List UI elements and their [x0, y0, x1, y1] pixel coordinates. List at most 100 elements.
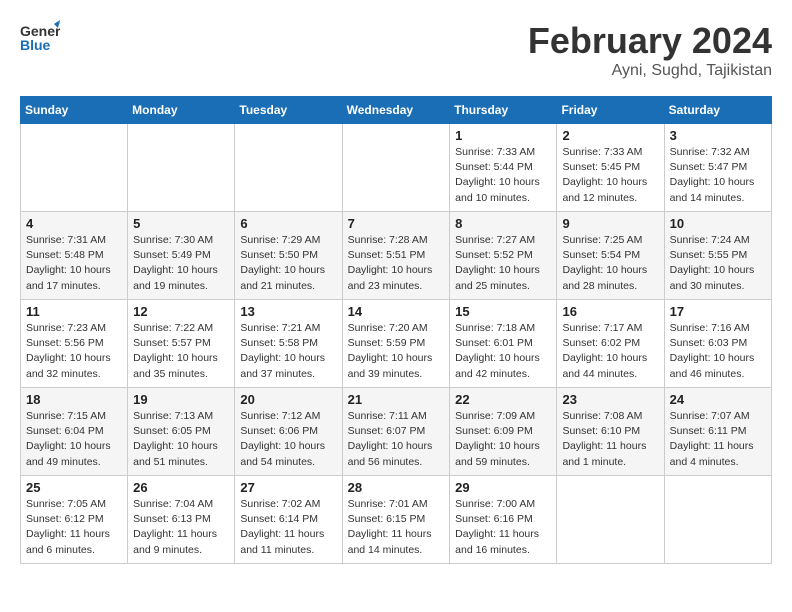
svg-text:Blue: Blue [20, 37, 51, 53]
logo: General Blue [20, 20, 60, 56]
day-info: Sunrise: 7:21 AM Sunset: 5:58 PM Dayligh… [240, 321, 336, 382]
day-info: Sunrise: 7:31 AM Sunset: 5:48 PM Dayligh… [26, 233, 122, 294]
day-info: Sunrise: 7:27 AM Sunset: 5:52 PM Dayligh… [455, 233, 551, 294]
day-number: 10 [670, 216, 766, 231]
day-info: Sunrise: 7:09 AM Sunset: 6:09 PM Dayligh… [455, 409, 551, 470]
day-number: 1 [455, 128, 551, 143]
calendar-day-cell: 11 Sunrise: 7:23 AM Sunset: 5:56 PM Dayli… [21, 300, 128, 388]
calendar-day-cell: 28Sunrise: 7:01 AM Sunset: 6:15 PM Dayli… [342, 476, 450, 564]
day-number: 26 [133, 480, 229, 495]
day-info: Sunrise: 7:05 AM Sunset: 6:12 PM Dayligh… [26, 497, 122, 558]
day-number: 13 [240, 304, 336, 319]
day-number: 27 [240, 480, 336, 495]
calendar-week-row: 4 Sunrise: 7:31 AM Sunset: 5:48 PM Daylig… [21, 212, 772, 300]
day-number: 20 [240, 392, 336, 407]
day-number: 4 [26, 216, 122, 231]
day-info: Sunrise: 7:13 AM Sunset: 6:05 PM Dayligh… [133, 409, 229, 470]
calendar-table: SundayMondayTuesdayWednesdayThursdayFrid… [20, 96, 772, 564]
calendar-day-cell: 12 Sunrise: 7:22 AM Sunset: 5:57 PM Dayli… [128, 300, 235, 388]
day-info: Sunrise: 7:08 AM Sunset: 6:10 PM Dayligh… [562, 409, 658, 470]
day-info: Sunrise: 7:15 AM Sunset: 6:04 PM Dayligh… [26, 409, 122, 470]
day-info: Sunrise: 7:07 AM Sunset: 6:11 PM Dayligh… [670, 409, 766, 470]
page-header: General Blue February 2024 Ayni, Sughd, … [20, 20, 772, 80]
calendar-day-cell [664, 476, 771, 564]
weekday-header: Thursday [450, 97, 557, 124]
calendar-week-row: 1 Sunrise: 7:33 AM Sunset: 5:44 PM Daylig… [21, 124, 772, 212]
calendar-day-cell: 8 Sunrise: 7:27 AM Sunset: 5:52 PM Daylig… [450, 212, 557, 300]
day-number: 11 [26, 304, 122, 319]
calendar-day-cell: 9 Sunrise: 7:25 AM Sunset: 5:54 PM Daylig… [557, 212, 664, 300]
day-number: 8 [455, 216, 551, 231]
day-info: Sunrise: 7:20 AM Sunset: 5:59 PM Dayligh… [348, 321, 445, 382]
calendar-day-cell: 16 Sunrise: 7:17 AM Sunset: 6:02 PM Dayli… [557, 300, 664, 388]
day-info: Sunrise: 7:18 AM Sunset: 6:01 PM Dayligh… [455, 321, 551, 382]
day-info: Sunrise: 7:22 AM Sunset: 5:57 PM Dayligh… [133, 321, 229, 382]
calendar-day-cell: 27 Sunrise: 7:02 AM Sunset: 6:14 PM Dayli… [235, 476, 342, 564]
title-section: February 2024 Ayni, Sughd, Tajikistan [528, 20, 772, 80]
day-info: Sunrise: 7:11 AM Sunset: 6:07 PM Dayligh… [348, 409, 445, 470]
day-number: 14 [348, 304, 445, 319]
day-number: 25 [26, 480, 122, 495]
day-info: Sunrise: 7:00 AM Sunset: 6:16 PM Dayligh… [455, 497, 551, 558]
calendar-day-cell: 7Sunrise: 7:28 AM Sunset: 5:51 PM Daylig… [342, 212, 450, 300]
calendar-week-row: 11 Sunrise: 7:23 AM Sunset: 5:56 PM Dayli… [21, 300, 772, 388]
weekday-header: Tuesday [235, 97, 342, 124]
day-number: 5 [133, 216, 229, 231]
weekday-header: Wednesday [342, 97, 450, 124]
calendar-day-cell: 17 Sunrise: 7:16 AM Sunset: 6:03 PM Dayli… [664, 300, 771, 388]
day-info: Sunrise: 7:04 AM Sunset: 6:13 PM Dayligh… [133, 497, 229, 558]
day-info: Sunrise: 7:17 AM Sunset: 6:02 PM Dayligh… [562, 321, 658, 382]
calendar-day-cell: 14 Sunrise: 7:20 AM Sunset: 5:59 PM Dayli… [342, 300, 450, 388]
calendar-day-cell: 10 Sunrise: 7:24 AM Sunset: 5:55 PM Dayli… [664, 212, 771, 300]
weekday-header-row: SundayMondayTuesdayWednesdayThursdayFrid… [21, 97, 772, 124]
calendar-week-row: 25 Sunrise: 7:05 AM Sunset: 6:12 PM Dayli… [21, 476, 772, 564]
day-number: 23 [562, 392, 658, 407]
day-info: Sunrise: 7:02 AM Sunset: 6:14 PM Dayligh… [240, 497, 336, 558]
calendar-day-cell: 13 Sunrise: 7:21 AM Sunset: 5:58 PM Dayli… [235, 300, 342, 388]
day-info: Sunrise: 7:28 AM Sunset: 5:51 PM Dayligh… [348, 233, 445, 294]
calendar-day-cell: 25 Sunrise: 7:05 AM Sunset: 6:12 PM Dayli… [21, 476, 128, 564]
day-info: Sunrise: 7:32 AM Sunset: 5:47 PM Dayligh… [670, 145, 766, 206]
logo-icon: General Blue [20, 20, 60, 56]
day-info: Sunrise: 7:25 AM Sunset: 5:54 PM Dayligh… [562, 233, 658, 294]
day-info: Sunrise: 7:33 AM Sunset: 5:45 PM Dayligh… [562, 145, 658, 206]
calendar-day-cell: 29Sunrise: 7:00 AM Sunset: 6:16 PM Dayli… [450, 476, 557, 564]
day-number: 21 [348, 392, 445, 407]
day-info: Sunrise: 7:16 AM Sunset: 6:03 PM Dayligh… [670, 321, 766, 382]
day-info: Sunrise: 7:23 AM Sunset: 5:56 PM Dayligh… [26, 321, 122, 382]
day-number: 12 [133, 304, 229, 319]
calendar-day-cell: 5 Sunrise: 7:30 AM Sunset: 5:49 PM Daylig… [128, 212, 235, 300]
calendar-day-cell [557, 476, 664, 564]
calendar-day-cell: 6Sunrise: 7:29 AM Sunset: 5:50 PM Daylig… [235, 212, 342, 300]
day-number: 9 [562, 216, 658, 231]
weekday-header: Sunday [21, 97, 128, 124]
day-number: 15 [455, 304, 551, 319]
calendar-day-cell: 19Sunrise: 7:13 AM Sunset: 6:05 PM Dayli… [128, 388, 235, 476]
calendar-day-cell: 20 Sunrise: 7:12 AM Sunset: 6:06 PM Dayli… [235, 388, 342, 476]
day-number: 3 [670, 128, 766, 143]
calendar-day-cell: 4 Sunrise: 7:31 AM Sunset: 5:48 PM Daylig… [21, 212, 128, 300]
calendar-day-cell: 24 Sunrise: 7:07 AM Sunset: 6:11 PM Dayli… [664, 388, 771, 476]
day-info: Sunrise: 7:30 AM Sunset: 5:49 PM Dayligh… [133, 233, 229, 294]
calendar-day-cell: 15 Sunrise: 7:18 AM Sunset: 6:01 PM Dayli… [450, 300, 557, 388]
weekday-header: Monday [128, 97, 235, 124]
calendar-day-cell: 1 Sunrise: 7:33 AM Sunset: 5:44 PM Daylig… [450, 124, 557, 212]
day-info: Sunrise: 7:24 AM Sunset: 5:55 PM Dayligh… [670, 233, 766, 294]
calendar-day-cell: 18 Sunrise: 7:15 AM Sunset: 6:04 PM Dayli… [21, 388, 128, 476]
day-number: 17 [670, 304, 766, 319]
day-number: 24 [670, 392, 766, 407]
day-number: 6 [240, 216, 336, 231]
day-number: 18 [26, 392, 122, 407]
calendar-day-cell [342, 124, 450, 212]
day-number: 16 [562, 304, 658, 319]
calendar-day-cell: 21 Sunrise: 7:11 AM Sunset: 6:07 PM Dayli… [342, 388, 450, 476]
calendar-day-cell [235, 124, 342, 212]
calendar-day-cell: 2Sunrise: 7:33 AM Sunset: 5:45 PM Daylig… [557, 124, 664, 212]
weekday-header: Friday [557, 97, 664, 124]
day-info: Sunrise: 7:12 AM Sunset: 6:06 PM Dayligh… [240, 409, 336, 470]
day-number: 28 [348, 480, 445, 495]
weekday-header: Saturday [664, 97, 771, 124]
calendar-week-row: 18 Sunrise: 7:15 AM Sunset: 6:04 PM Dayli… [21, 388, 772, 476]
day-info: Sunrise: 7:33 AM Sunset: 5:44 PM Dayligh… [455, 145, 551, 206]
calendar-day-cell [21, 124, 128, 212]
